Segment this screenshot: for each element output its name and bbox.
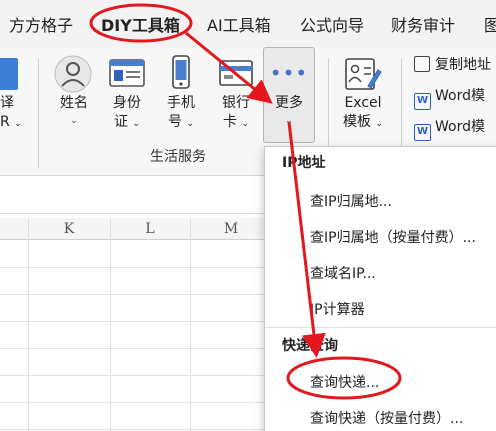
word-template-label-2: Word模 — [435, 119, 485, 135]
tab-finance-audit[interactable]: 财务审计 — [391, 12, 455, 36]
life-services-group-label: 生活服务 — [150, 149, 206, 165]
more-button[interactable]: ••• 更多 ⌄ — [263, 47, 315, 143]
excel-template-icon — [344, 56, 382, 92]
copy-address-label: 复制地址 — [435, 57, 491, 73]
translate-button[interactable]: 译 R ⌄ — [0, 94, 24, 134]
excel-template-button[interactable]: Excel 模板 ⌄ — [338, 94, 388, 134]
id-card-icon — [109, 58, 145, 88]
section-express-query: 快递查询 — [282, 338, 338, 354]
id-card-label-1: 身份 — [113, 95, 141, 111]
word-template-item-2[interactable]: W Word模 — [414, 116, 485, 141]
menu-separator — [265, 327, 496, 328]
mobile-phone-icon — [172, 55, 190, 89]
chevron-down-icon: ⌄ — [70, 116, 78, 126]
bank-card-label-2: 卡 ⌄ — [223, 114, 249, 130]
translate-icon — [0, 58, 18, 90]
person-icon — [54, 55, 92, 93]
tab-ai-toolbox[interactable]: AI工具箱 — [207, 12, 271, 36]
grid-line — [190, 218, 191, 431]
menu-item-query-express[interactable]: 查询快递... — [310, 372, 379, 392]
chevron-down-icon: ⌄ — [285, 116, 293, 126]
bank-card-icon — [219, 60, 253, 86]
tab-fangfanggezi[interactable]: 方方格子 — [9, 12, 73, 36]
more-dropdown-menu: IP地址 查IP归属地... 查IP归属地（按量付费）... 查域名IP... … — [264, 146, 496, 431]
translate-label-2: R ⌄ — [0, 114, 22, 130]
mobile-label-2: 号 ⌄ — [168, 114, 194, 130]
translate-label: 译 — [0, 95, 14, 111]
excel-label-2: 模板 ⌄ — [343, 114, 383, 130]
grid-line — [28, 218, 29, 431]
menu-tab-bar: 方方格子 DIY工具箱 AI工具箱 公式向导 财务审计 图 — [0, 0, 496, 48]
copy-address-item[interactable]: 复制地址 — [414, 54, 491, 74]
more-dots-icon: ••• — [269, 61, 309, 85]
grid-line — [110, 218, 111, 431]
menu-item-ip-lookup-paid[interactable]: 查IP归属地（按量付费）... — [310, 227, 476, 247]
tab-diy-toolbox[interactable]: DIY工具箱 — [101, 12, 180, 36]
menu-item-ip-calculator[interactable]: IP计算器 — [310, 299, 365, 319]
excel-label-1: Excel — [344, 95, 382, 111]
section-ip-address: IP地址 — [282, 155, 326, 171]
column-header-m[interactable]: M — [190, 221, 272, 243]
column-header-l[interactable]: L — [110, 221, 190, 243]
word-template-label-1: Word模 — [435, 88, 485, 104]
menu-item-ip-lookup[interactable]: 查IP归属地... — [310, 191, 392, 211]
word-doc-icon: W — [414, 93, 431, 110]
menu-item-query-express-paid[interactable]: 查询快递（按量付费）... — [310, 408, 463, 428]
name-button-label: 姓名 — [60, 95, 88, 111]
column-header-k[interactable]: K — [28, 221, 110, 243]
ribbon-separator — [38, 58, 39, 168]
mobile-label-1: 手机 — [167, 95, 195, 111]
id-card-label-2: 证 ⌄ — [114, 114, 140, 130]
more-button-text: 更多 ⌄ — [264, 94, 314, 126]
tab-partial[interactable]: 图 — [484, 12, 496, 36]
word-template-item-1[interactable]: W Word模 — [414, 85, 485, 110]
mobile-number-button[interactable]: 手机 号 ⌄ — [160, 94, 202, 134]
word-doc-icon: W — [414, 124, 431, 141]
id-card-button[interactable]: 身份 证 ⌄ — [106, 94, 148, 134]
name-button[interactable]: 姓名 ⌄ — [52, 94, 96, 126]
more-label: 更多 — [275, 95, 303, 111]
bank-card-label-1: 银行 — [222, 95, 250, 111]
copy-address-icon — [414, 56, 430, 72]
menu-item-domain-ip[interactable]: 查域名IP... — [310, 263, 376, 283]
tab-formula-wizard[interactable]: 公式向导 — [300, 12, 364, 36]
bank-card-button[interactable]: 银行 卡 ⌄ — [214, 94, 258, 134]
